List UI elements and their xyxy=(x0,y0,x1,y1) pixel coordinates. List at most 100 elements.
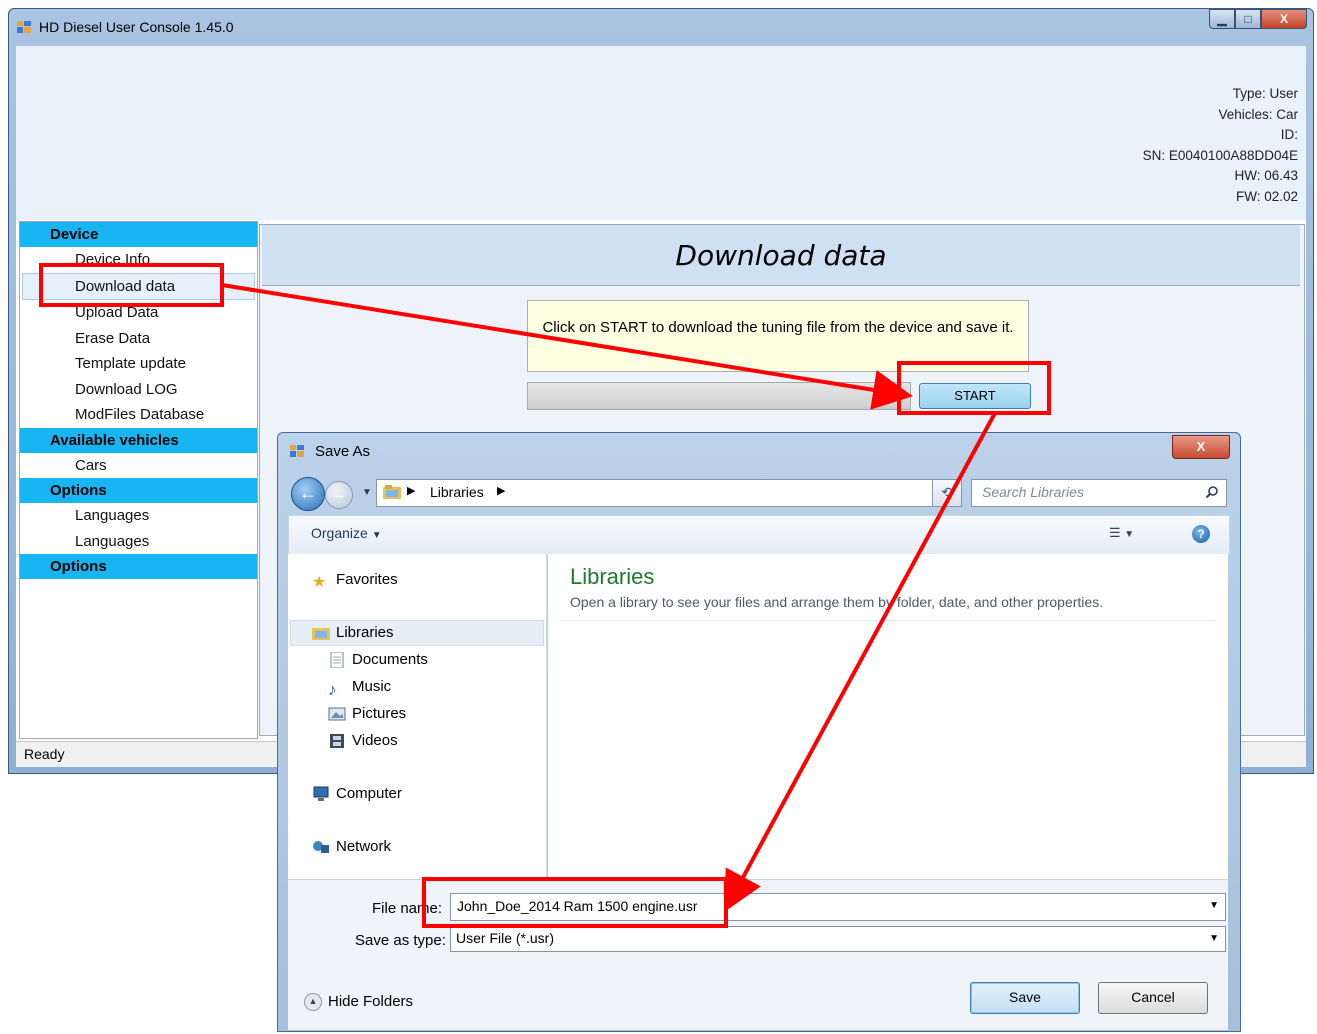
window-title: HD Diesel User Console 1.45.0 xyxy=(39,19,234,35)
chevron-up-icon: ▲ xyxy=(304,993,322,1012)
close-icon: X xyxy=(1196,439,1206,454)
sidebar-header-options[interactable]: Options xyxy=(20,478,257,503)
start-button[interactable]: START xyxy=(919,383,1031,409)
save-as-dialog: Save As X ← → ▼ ▶ Libraries ▶ ▼ ⟲ Search… xyxy=(277,432,1241,1032)
device-vehicles: Vehicles: Car xyxy=(1218,106,1298,122)
chevron-down-icon[interactable]: ▼ xyxy=(1209,900,1219,911)
libraries-heading: Libraries xyxy=(570,564,655,589)
dialog-title: Save As xyxy=(315,443,371,460)
file-name-value: John_Doe_2014 Ram 1500 engine.usr xyxy=(457,898,698,914)
help-icon[interactable]: ? xyxy=(1192,525,1210,543)
back-arrow-icon: ← xyxy=(299,483,317,503)
hide-folders-button[interactable]: ▲ Hide Folders xyxy=(304,993,414,1012)
app-icon xyxy=(17,21,31,33)
cancel-button[interactable]: Cancel xyxy=(1098,982,1208,1014)
breadcrumb-libraries[interactable]: Libraries xyxy=(430,484,484,500)
sidebar-header-available-vehicles[interactable]: Available vehicles xyxy=(20,427,257,453)
save-button[interactable]: Save xyxy=(970,982,1080,1014)
nav-item-documents[interactable]: Documents xyxy=(328,649,428,671)
device-type: Type: User xyxy=(1232,86,1298,101)
sidebar-item-cars[interactable]: Cars xyxy=(20,453,257,479)
file-name-input[interactable]: John_Doe_2014 Ram 1500 engine.usr ▼ xyxy=(450,893,1226,921)
dialog-toolbar: Organize ▼ ☰ ▼ ? xyxy=(288,515,1230,555)
forward-button[interactable]: → xyxy=(325,481,353,509)
libraries-icon xyxy=(383,485,401,499)
save-type-label: Save as type: xyxy=(355,932,446,949)
libraries-icon xyxy=(312,628,330,641)
music-icon: ♪ xyxy=(328,680,337,700)
device-info-lines: Type: User Vehicles: Car ID: SN: E004010… xyxy=(1143,84,1298,207)
search-icon xyxy=(1206,486,1218,498)
sidebar-item-upload-data[interactable]: Upload Data xyxy=(20,300,257,326)
breadcrumb-separator-icon[interactable]: ▶ xyxy=(407,484,415,497)
breadcrumb-separator-icon[interactable]: ▶ xyxy=(497,484,505,497)
file-name-label: File name: xyxy=(372,900,443,917)
nav-item-computer[interactable]: Computer xyxy=(312,783,402,805)
nav-label: Network xyxy=(336,838,392,855)
progress-bar xyxy=(527,382,911,410)
refresh-button[interactable]: ⟲ xyxy=(932,479,962,507)
device-hw: HW: 06.43 xyxy=(1234,168,1298,183)
videos-icon xyxy=(330,734,344,749)
close-button[interactable]: X xyxy=(1261,9,1307,29)
pictures-icon xyxy=(328,707,346,721)
sidebar-item-modfiles-database[interactable]: ModFiles Database xyxy=(20,402,257,428)
chevron-down-icon: ▼ xyxy=(371,530,382,541)
nav-item-pictures[interactable]: Pictures xyxy=(328,703,406,725)
sidebar-item-download-data[interactable]: Download data xyxy=(22,272,255,300)
forward-arrow-icon: → xyxy=(332,486,346,502)
minimize-button[interactable]: ▁ xyxy=(1209,9,1235,29)
view-options-button[interactable]: ☰ ▼ xyxy=(1109,525,1134,541)
sidebar-header-device[interactable]: Device xyxy=(20,222,257,247)
hint-box: Click on START to download the tuning fi… xyxy=(527,300,1029,372)
organize-button[interactable]: Organize ▼ xyxy=(311,525,382,541)
sidebar: Device Device Info Download data Upload … xyxy=(19,221,258,739)
nav-item-videos[interactable]: Videos xyxy=(328,730,398,752)
nav-item-libraries[interactable]: Libraries xyxy=(312,622,394,644)
organize-label: Organize xyxy=(311,525,368,541)
nav-label: Pictures xyxy=(352,705,407,722)
chevron-down-icon[interactable]: ▼ xyxy=(1209,933,1219,944)
sidebar-item-erase-data[interactable]: Erase Data xyxy=(20,326,257,352)
nav-label: Computer xyxy=(336,785,402,802)
navigation-pane: ★ Favorites Libraries Documents ♪ Music Pi… xyxy=(288,554,547,879)
content-header: Download data xyxy=(262,225,1300,286)
close-icon: X xyxy=(1279,12,1288,26)
device-id: ID: xyxy=(1280,127,1298,142)
nav-label: Videos xyxy=(352,732,398,749)
sidebar-item-template-update[interactable]: Template update xyxy=(20,351,257,377)
address-bar[interactable]: ▶ Libraries ▶ ▼ xyxy=(376,479,1024,507)
device-serial: SN: E0040100A88DD04E xyxy=(1142,147,1298,163)
dialog-app-icon xyxy=(290,445,304,457)
search-placeholder: Search Libraries xyxy=(982,484,1084,500)
save-type-select[interactable]: User File (*.usr) ▼ xyxy=(450,926,1226,952)
page-title: Download data xyxy=(675,239,887,272)
sidebar-item-languages[interactable]: Languages xyxy=(20,503,257,529)
nav-label: Music xyxy=(352,678,392,695)
back-button[interactable]: ← xyxy=(291,477,325,511)
save-type-value: User File (*.usr) xyxy=(456,930,555,946)
nav-item-favorites[interactable]: ★ Favorites xyxy=(312,569,398,591)
device-fw: FW: 02.02 xyxy=(1235,188,1298,204)
file-list-pane[interactable]: Libraries Open a library to see your fil… xyxy=(548,554,1228,879)
star-icon: ★ xyxy=(312,574,327,592)
search-input[interactable]: Search Libraries xyxy=(971,479,1227,507)
title-bar[interactable]: HD Diesel User Console 1.45.0 ▁ □ X xyxy=(9,9,1313,45)
recent-locations-dropdown[interactable]: ▼ xyxy=(362,487,372,498)
sidebar-item-device-info[interactable]: Device Info xyxy=(20,247,257,273)
maximize-button[interactable]: □ xyxy=(1235,9,1261,29)
nav-item-network[interactable]: Network xyxy=(312,836,391,858)
minimize-icon: ▁ xyxy=(1217,12,1227,26)
sidebar-header-options-2[interactable]: Options xyxy=(20,554,257,579)
sidebar-item-languages-2[interactable]: Languages xyxy=(20,529,257,555)
hide-folders-label: Hide Folders xyxy=(328,993,414,1010)
computer-icon xyxy=(313,786,329,802)
status-text: Ready xyxy=(24,746,65,762)
view-list-icon: ☰ xyxy=(1109,525,1121,540)
nav-label: Libraries xyxy=(336,624,394,641)
save-options-panel: File name: John_Doe_2014 Ram 1500 engine… xyxy=(288,879,1228,1030)
dialog-close-button[interactable]: X xyxy=(1172,435,1230,459)
nav-item-music[interactable]: ♪ Music xyxy=(328,676,392,700)
sidebar-item-download-log[interactable]: Download LOG xyxy=(20,377,257,403)
nav-label: Documents xyxy=(352,651,428,668)
